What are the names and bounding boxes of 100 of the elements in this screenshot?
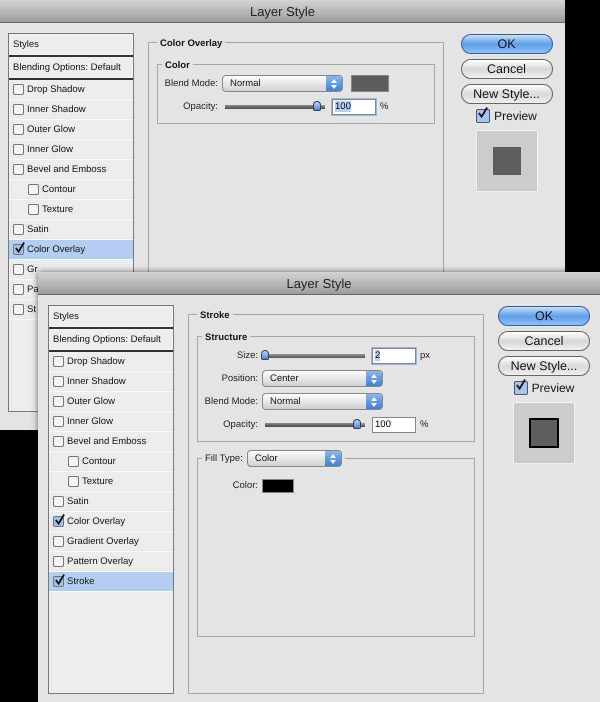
checkbox[interactable] [68, 476, 79, 487]
list-item[interactable]: Color Overlay [9, 240, 133, 260]
checkbox[interactable] [28, 204, 39, 215]
checkbox[interactable] [13, 164, 24, 175]
list-item[interactable]: Gradient Overlay [49, 532, 173, 552]
slider-thumb[interactable] [313, 101, 321, 111]
item-label: Stroke [67, 576, 94, 587]
window-title: Layer Style [286, 276, 352, 290]
checkbox[interactable] [53, 436, 64, 447]
item-label: Contour [42, 184, 76, 195]
slider-thumb[interactable] [261, 350, 269, 360]
list-item[interactable]: Texture [49, 472, 173, 492]
group-title: Color [165, 60, 190, 71]
dialog-button[interactable]: New Style... [498, 356, 590, 376]
item-label: Inner Shadow [67, 376, 126, 387]
item-label: Bevel and Emboss [27, 164, 106, 175]
item-label: Pa [27, 284, 39, 295]
item-label: Drop Shadow [27, 84, 85, 95]
dialog-button[interactable]: Cancel [460, 59, 552, 79]
checkbox[interactable] [13, 224, 24, 235]
stepper-icon [326, 76, 342, 91]
item-label: Color Overlay [27, 244, 86, 255]
item-label: Gradient Overlay [67, 536, 139, 547]
list-item[interactable]: Stroke [49, 572, 173, 592]
list-item[interactable]: Inner Shadow [49, 372, 173, 392]
checkbox[interactable] [53, 496, 64, 507]
list-item[interactable]: Texture [9, 200, 133, 220]
color-swatch[interactable] [351, 75, 389, 92]
group-title: Structure [205, 332, 248, 343]
item-label: Satin [27, 224, 49, 235]
stepper-icon [324, 451, 341, 466]
stepper-icon [366, 371, 382, 386]
checkbox[interactable] [53, 556, 64, 567]
group-title: Color Overlay [160, 38, 222, 49]
dropdown[interactable]: Normal [222, 75, 343, 92]
dropdown[interactable]: Center [262, 370, 383, 387]
checkbox[interactable] [476, 109, 490, 123]
field-label: Opacity: [182, 101, 218, 112]
field-label: Opacity: [222, 419, 258, 430]
field-label: Size: [236, 350, 258, 361]
item-label: St [27, 304, 36, 315]
checkbox[interactable] [53, 516, 64, 527]
item-label: Outer Glow [67, 396, 116, 407]
checkbox[interactable] [13, 84, 24, 95]
input-field[interactable]: 100 [372, 416, 416, 432]
checkbox[interactable] [53, 396, 64, 407]
unit-label: % [380, 101, 388, 112]
checkbox[interactable] [13, 104, 24, 115]
item-label: Texture [82, 476, 114, 487]
dialog-button[interactable]: OK [460, 34, 552, 54]
field-label: Position: [220, 373, 258, 384]
item-label: Texture [42, 204, 74, 215]
list-item[interactable]: Color Overlay [49, 512, 173, 532]
item-label: Bevel and Emboss [67, 436, 146, 447]
checkbox[interactable] [13, 124, 24, 135]
list-item[interactable]: Outer Glow [49, 392, 173, 412]
list-item[interactable]: Bevel and Emboss [9, 160, 133, 180]
item-label: Gr [27, 264, 38, 275]
field-label: Blend Mode: [204, 396, 258, 407]
list-item[interactable]: Inner Shadow [9, 100, 133, 120]
dialog-button[interactable]: OK [498, 306, 590, 326]
dialog-button[interactable]: Cancel [498, 331, 590, 351]
checkbox-label: Preview [494, 109, 537, 123]
unit-label: px [420, 350, 430, 361]
color-swatch[interactable] [262, 478, 294, 492]
checkbox[interactable] [68, 456, 79, 467]
item-label: Satin [67, 496, 89, 507]
item-label: Pattern Overlay [67, 556, 133, 567]
checkbox[interactable] [13, 264, 24, 275]
slider-thumb[interactable] [353, 419, 361, 429]
list-item[interactable]: Outer Glow [9, 120, 133, 140]
list-item[interactable]: Contour [9, 180, 133, 200]
checkbox[interactable] [53, 536, 64, 547]
list-item[interactable]: Satin [49, 492, 173, 512]
dropdown[interactable]: Color [246, 450, 342, 467]
checkbox[interactable] [13, 304, 24, 315]
field-label: Color: [232, 480, 258, 491]
list-item[interactable]: Contour [49, 452, 173, 472]
checkbox[interactable] [53, 416, 64, 427]
dropdown[interactable]: Normal [262, 393, 383, 410]
group-title: Stroke [200, 310, 230, 321]
dialog-button[interactable]: New Style... [460, 84, 552, 104]
checkbox[interactable] [53, 376, 64, 387]
list-item[interactable]: Drop Shadow [9, 80, 133, 100]
checkbox[interactable] [13, 284, 24, 295]
list-item[interactable]: Inner Glow [49, 412, 173, 432]
field-label: Blend Mode: [164, 78, 218, 89]
input-field[interactable]: 2 [372, 348, 416, 364]
stepper-icon [366, 394, 382, 409]
checkbox[interactable] [13, 144, 24, 155]
input-field[interactable]: 100 [332, 98, 376, 114]
checkbox[interactable] [53, 576, 64, 587]
list-item[interactable]: Drop Shadow [49, 352, 173, 372]
checkbox[interactable] [28, 184, 39, 195]
list-item[interactable]: Bevel and Emboss [49, 432, 173, 452]
checkbox[interactable] [13, 244, 24, 255]
item-label: Outer Glow [27, 124, 76, 135]
checkbox[interactable] [53, 356, 64, 367]
checkbox[interactable] [514, 381, 528, 395]
list-item[interactable]: Inner Glow [9, 140, 133, 160]
